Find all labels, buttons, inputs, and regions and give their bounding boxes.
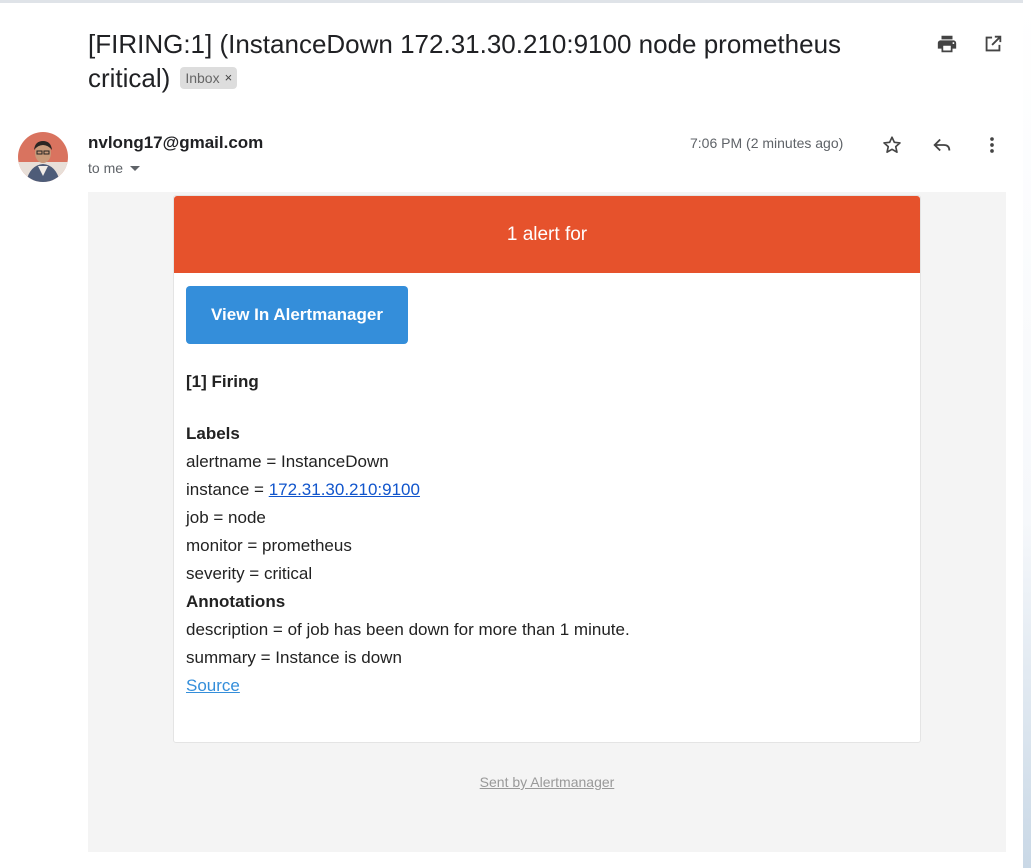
star-icon[interactable]	[880, 133, 904, 157]
print-icon[interactable]	[935, 32, 959, 56]
email-subject: [FIRING:1] (InstanceDown 172.31.30.210:9…	[88, 27, 888, 95]
recipient-details[interactable]: to me	[88, 160, 141, 176]
alert-banner: 1 alert for	[174, 196, 920, 273]
inbox-label-text: Inbox	[185, 70, 220, 86]
recipient-text: to me	[88, 160, 124, 176]
sender-avatar[interactable]	[18, 132, 68, 182]
label-severity: severity = critical	[186, 564, 313, 583]
email-timestamp: 7:06 PM (2 minutes ago)	[690, 135, 844, 151]
labels-heading: Labels	[186, 424, 240, 443]
label-monitor: monitor = prometheus	[186, 536, 352, 555]
chevron-down-icon[interactable]	[129, 160, 141, 176]
alert-card: 1 alert for View In Alertmanager [1] Fir…	[173, 195, 921, 743]
label-job: job = node	[186, 508, 266, 527]
annotation-description: description = of job has been down for m…	[186, 620, 630, 639]
label-instance: instance = 172.31.30.210:9100	[186, 476, 908, 504]
subject-actions	[935, 32, 1005, 56]
label-instance-key: instance =	[186, 480, 269, 499]
instance-link[interactable]: 172.31.30.210:9100	[269, 480, 420, 499]
source-link[interactable]: Source	[186, 676, 240, 695]
label-alertname: alertname = InstanceDown	[186, 452, 389, 471]
annotations-heading: Annotations	[186, 592, 286, 611]
open-in-new-window-icon[interactable]	[981, 32, 1005, 56]
reply-icon[interactable]	[930, 133, 954, 157]
sent-by-alertmanager-link[interactable]: Sent by Alertmanager	[480, 774, 615, 790]
firing-heading: [1] Firing	[186, 372, 259, 391]
annotation-summary: summary = Instance is down	[186, 648, 402, 667]
view-in-alertmanager-button[interactable]: View In Alertmanager	[186, 286, 408, 344]
inbox-label-chip[interactable]: Inbox ×	[180, 67, 238, 89]
alert-content: View In Alertmanager [1] Firing Labels a…	[174, 273, 920, 700]
remove-label-icon[interactable]: ×	[225, 68, 233, 88]
top-border	[0, 0, 1031, 3]
window-edge	[1023, 0, 1031, 868]
sender-email[interactable]: nvlong17@gmail.com	[88, 133, 263, 153]
message-actions	[880, 133, 1004, 157]
footer: Sent by Alertmanager	[173, 774, 921, 790]
more-vert-icon[interactable]	[980, 133, 1004, 157]
